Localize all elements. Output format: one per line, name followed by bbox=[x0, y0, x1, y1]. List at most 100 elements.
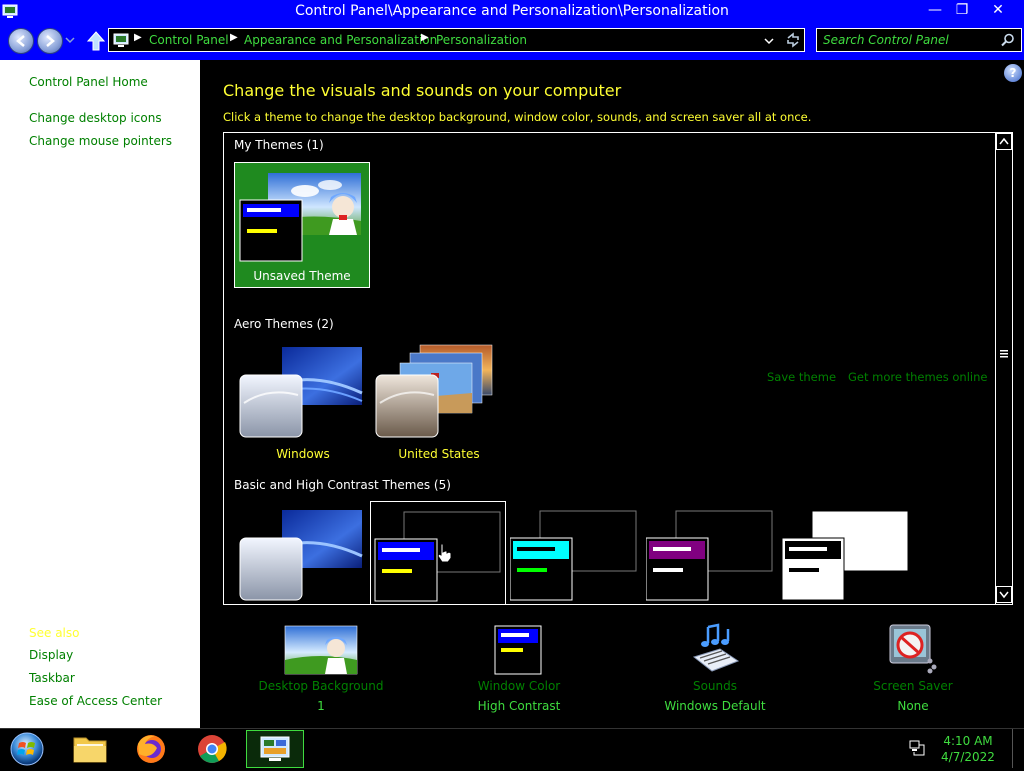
page-subtitle: Click a theme to change the desktop back… bbox=[223, 110, 812, 124]
sounds-label[interactable]: Sounds bbox=[634, 679, 796, 693]
taskbar-control-panel[interactable] bbox=[246, 730, 304, 768]
taskbar-time[interactable]: 4:10 AM bbox=[935, 734, 1001, 748]
chevron-down-icon bbox=[764, 38, 774, 45]
sounds-value: Windows Default bbox=[664, 699, 766, 713]
window-color-button[interactable] bbox=[494, 625, 542, 675]
chrome-icon bbox=[198, 735, 227, 763]
hand-cursor-icon bbox=[436, 543, 452, 563]
desktop-background-icon bbox=[284, 625, 358, 675]
up-button[interactable] bbox=[86, 30, 106, 52]
help-button[interactable]: ? bbox=[1004, 64, 1022, 82]
back-arrow-icon bbox=[16, 35, 25, 47]
taskbar-file-explorer[interactable] bbox=[62, 730, 118, 768]
theme-united-states[interactable] bbox=[374, 343, 504, 443]
taskbar-link[interactable]: Taskbar bbox=[29, 671, 75, 685]
group-title-aero-themes: Aero Themes (2) bbox=[234, 317, 334, 331]
theme-windows-basic[interactable] bbox=[238, 508, 368, 604]
show-desktop-button[interactable] bbox=[1012, 729, 1024, 768]
taskbar-chrome[interactable] bbox=[184, 730, 240, 768]
folder-icon bbox=[73, 737, 107, 763]
start-button[interactable] bbox=[0, 730, 56, 768]
breadcrumb-personalization[interactable]: Personalization bbox=[436, 33, 527, 47]
sounds-button[interactable] bbox=[690, 623, 742, 675]
change-mouse-pointers-link[interactable]: Change mouse pointers bbox=[29, 134, 172, 148]
control-panel-home-link[interactable]: Control Panel Home bbox=[29, 75, 148, 89]
scroll-thumb-grip-icon[interactable] bbox=[999, 348, 1009, 358]
display-link[interactable]: Display bbox=[29, 648, 73, 662]
taskbar: 4:10 AM 4/7/2022 bbox=[0, 728, 1024, 768]
windows-basic-theme-preview-icon bbox=[239, 510, 363, 601]
windows-orb-icon bbox=[10, 732, 44, 766]
desktop-background-label[interactable]: Desktop Background bbox=[240, 679, 402, 693]
breadcrumb-separator-icon: ▶ bbox=[421, 32, 429, 43]
screen-saver-label[interactable]: Screen Saver bbox=[832, 679, 994, 693]
screen-saver-value: None bbox=[897, 699, 929, 713]
forward-arrow-icon bbox=[46, 35, 55, 47]
taskbar-firefox[interactable] bbox=[123, 730, 179, 768]
search-input[interactable] bbox=[823, 32, 993, 48]
scroll-up-button[interactable] bbox=[996, 133, 1012, 150]
address-bar[interactable]: ▶ Control Panel ▶ Appearance and Persona… bbox=[108, 28, 805, 52]
see-also-heading: See also bbox=[29, 626, 80, 640]
window-color-label[interactable]: Window Color bbox=[438, 679, 600, 693]
up-arrow-icon bbox=[86, 31, 106, 51]
theme-label-windows: Windows bbox=[276, 447, 330, 461]
united-states-theme-preview-icon bbox=[375, 344, 493, 438]
save-theme-link[interactable]: Save theme bbox=[767, 370, 836, 384]
group-title-basic-themes: Basic and High Contrast Themes (5) bbox=[234, 478, 451, 492]
title-bar: Control Panel\Appearance and Personaliza… bbox=[0, 0, 1024, 24]
firefox-icon bbox=[137, 735, 165, 763]
control-panel-icon bbox=[260, 736, 290, 761]
unsaved-theme-preview-icon bbox=[239, 173, 361, 262]
breadcrumb-separator-icon: ▶ bbox=[230, 32, 238, 43]
theme-label-unsaved: Unsaved Theme bbox=[253, 269, 351, 283]
theme-label-united-states: United States bbox=[398, 447, 480, 461]
refresh-button[interactable] bbox=[785, 32, 801, 48]
ease-of-access-link[interactable]: Ease of Access Center bbox=[29, 694, 162, 708]
window-color-value: High Contrast bbox=[477, 699, 561, 713]
breadcrumb-control-panel[interactable]: Control Panel bbox=[149, 33, 229, 47]
restore-button[interactable]: ❐ bbox=[950, 0, 974, 22]
screen-saver-icon bbox=[889, 624, 937, 674]
theme-high-contrast-2[interactable] bbox=[509, 508, 640, 604]
back-button[interactable] bbox=[8, 28, 34, 54]
theme-windows[interactable] bbox=[238, 343, 368, 443]
high-contrast-black-preview-icon bbox=[645, 510, 773, 601]
windows-theme-preview-icon bbox=[239, 347, 363, 438]
desktop-background-button[interactable] bbox=[284, 624, 358, 676]
control-panel-address-icon bbox=[113, 32, 129, 48]
scroll-down-button[interactable] bbox=[996, 586, 1012, 603]
group-title-my-themes: My Themes (1) bbox=[234, 138, 324, 152]
minimize-button[interactable]: — bbox=[922, 0, 948, 22]
theme-list-scrollbar[interactable] bbox=[995, 133, 1012, 604]
address-dropdown[interactable] bbox=[764, 35, 774, 45]
theme-high-contrast-white[interactable] bbox=[781, 508, 912, 604]
high-contrast-white-preview-icon bbox=[781, 510, 909, 601]
forward-button[interactable] bbox=[37, 28, 63, 54]
chevron-up-icon bbox=[999, 137, 1009, 145]
taskbar-date[interactable]: 4/7/2022 bbox=[935, 750, 1001, 764]
network-icon[interactable] bbox=[908, 739, 926, 757]
high-contrast-2-preview-icon bbox=[509, 510, 637, 601]
desktop-background-value: 1 bbox=[317, 699, 325, 713]
search-icon bbox=[1001, 33, 1014, 47]
theme-high-contrast-black[interactable] bbox=[645, 508, 776, 604]
window-title: Control Panel\Appearance and Personaliza… bbox=[295, 3, 729, 19]
recent-pages-dropdown[interactable] bbox=[65, 34, 75, 46]
chevron-down-icon bbox=[999, 591, 1009, 599]
screen-saver-button[interactable] bbox=[886, 623, 938, 675]
main-content: ? Change the visuals and sounds on your … bbox=[200, 60, 1024, 728]
breadcrumb-appearance[interactable]: Appearance and Personalization bbox=[244, 33, 437, 47]
sounds-icon bbox=[692, 623, 740, 672]
close-button[interactable]: ✕ bbox=[976, 0, 1020, 22]
page-title: Change the visuals and sounds on your co… bbox=[223, 81, 622, 100]
theme-list: My Themes (1) Unsaved Theme Save theme G… bbox=[223, 132, 1013, 605]
change-desktop-icons-link[interactable]: Change desktop icons bbox=[29, 111, 162, 125]
window-color-icon bbox=[494, 625, 542, 675]
refresh-icon bbox=[787, 32, 799, 48]
theme-unsaved[interactable]: Unsaved Theme bbox=[234, 162, 370, 288]
navigation-bar: ▶ Control Panel ▶ Appearance and Persona… bbox=[0, 24, 1024, 60]
search-button[interactable] bbox=[1001, 33, 1015, 47]
get-more-themes-link[interactable]: Get more themes online bbox=[848, 370, 987, 384]
search-box[interactable] bbox=[816, 28, 1022, 52]
